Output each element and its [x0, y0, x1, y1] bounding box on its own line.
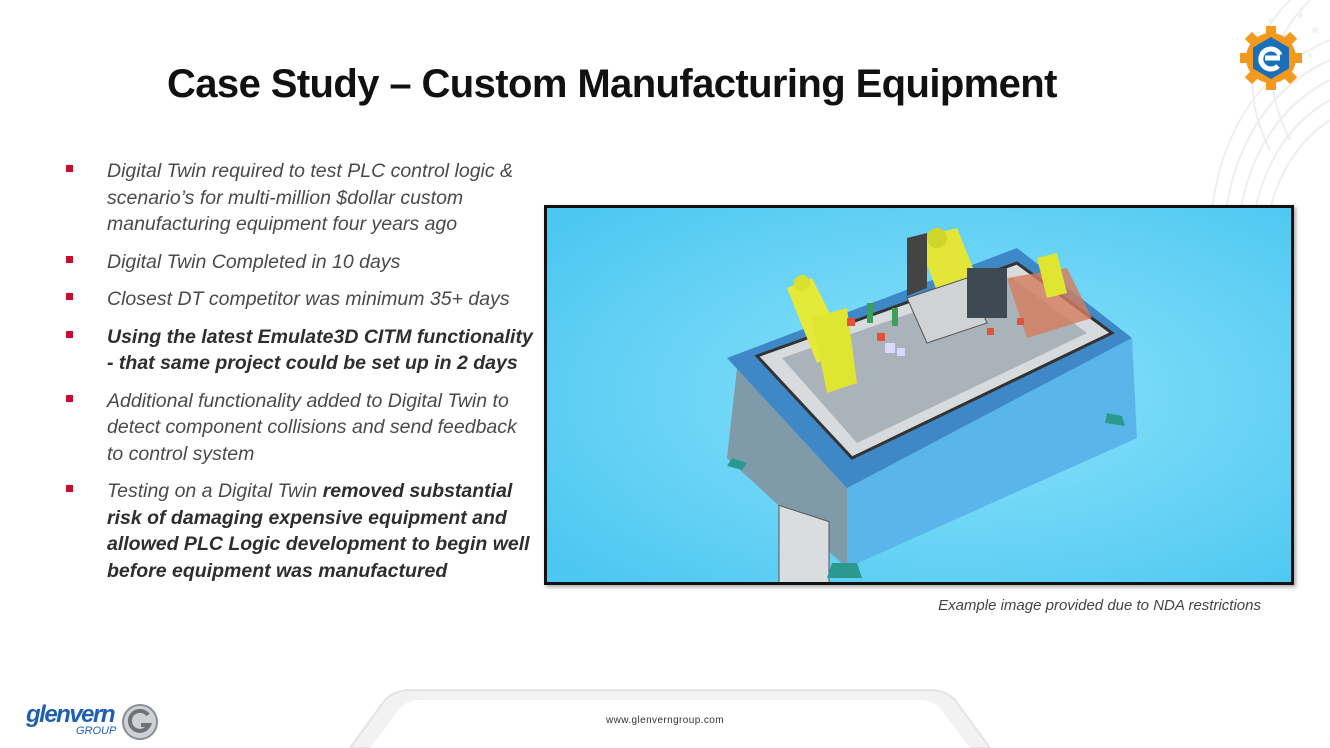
bullet-text: Testing on a Digital Twin	[107, 480, 323, 502]
bullet-text: Additional functionality added to Digita…	[107, 389, 517, 465]
bullet-item: Closest DT competitor was minimum 35+ da…	[66, 286, 536, 313]
bullet-item: Digital Twin required to test PLC contro…	[66, 158, 536, 238]
bullet-list: Digital Twin required to test PLC contro…	[66, 158, 536, 595]
bullet-item: Using the latest Emulate3D CITM function…	[66, 324, 536, 377]
slide-title: Case Study – Custom Manufacturing Equipm…	[167, 62, 1057, 106]
logo-wordmark: glenvern	[26, 701, 116, 728]
bullet-marker	[66, 485, 73, 492]
bullet-text: Closest DT competitor was minimum 35+ da…	[107, 288, 510, 310]
glenvern-g-icon	[122, 704, 158, 740]
bullet-item: Testing on a Digital Twin removed substa…	[66, 478, 536, 584]
bullet-marker	[66, 255, 73, 263]
bullet-item: Additional functionality added to Digita…	[66, 388, 536, 468]
bullet-marker	[66, 394, 73, 402]
glenvern-group-logo: glenvern GROUP	[26, 703, 161, 743]
equipment-image	[544, 205, 1294, 585]
manufacturing-machine-illustration	[547, 208, 1291, 582]
bullet-marker	[66, 293, 73, 300]
bullet-marker	[66, 165, 73, 172]
website-url: www.glenverngroup.com	[606, 715, 724, 726]
logo-subtext: GROUP	[76, 725, 117, 737]
bullet-item: Digital Twin Completed in 10 days	[66, 249, 536, 276]
bullet-text: Digital Twin required to test PLC contro…	[107, 160, 514, 235]
bullet-marker	[66, 330, 73, 338]
emulate3d-gear-logo	[1240, 26, 1302, 90]
bullet-bold-text: Using the latest Emulate3D CITM function…	[107, 325, 533, 375]
image-caption: Example image provided due to NDA restri…	[938, 597, 1261, 614]
bullet-text: Digital Twin Completed in 10 days	[107, 250, 401, 273]
